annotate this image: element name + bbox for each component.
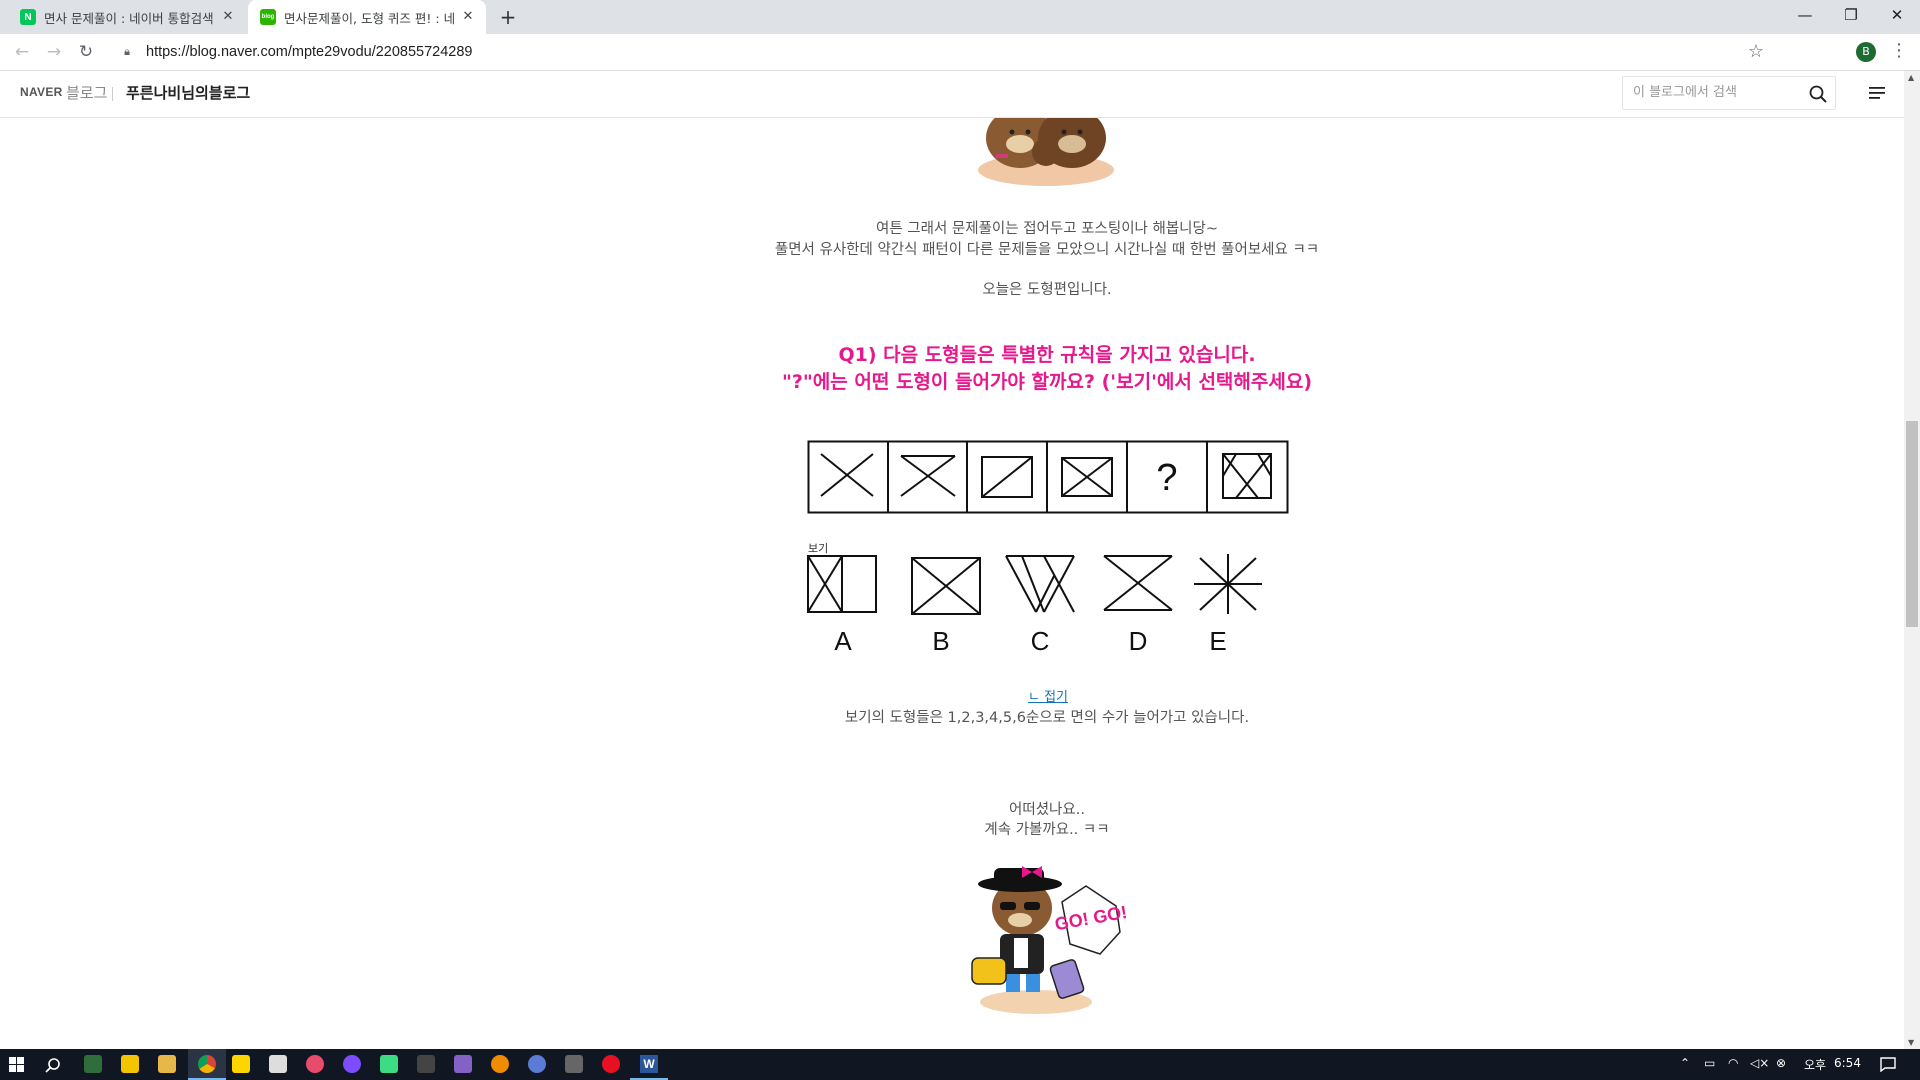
- taskbar-blender-icon[interactable]: [491, 1055, 509, 1073]
- word-icon: W: [640, 1055, 658, 1073]
- back-button[interactable]: ←: [10, 40, 34, 64]
- outro-line-2: 계속 가볼까요.. ㅋㅋ: [984, 822, 1110, 838]
- tab-title: 면사 문제풀이 : 네이버 통합검색: [44, 10, 214, 26]
- reload-button[interactable]: ↻: [74, 40, 98, 64]
- close-tab-icon[interactable]: ✕: [220, 9, 236, 25]
- option-shape-e: [1194, 554, 1262, 614]
- taskbar-app-icon[interactable]: [528, 1055, 546, 1073]
- new-tab-button[interactable]: +: [496, 5, 520, 29]
- taskbar-pen-app-icon[interactable]: [84, 1055, 102, 1073]
- brown-go-go-sticker: GO! GO!: [971, 866, 1126, 1014]
- address-bar[interactable]: 🔒︎ https://blog.naver.com/mpte29vodu/220…: [110, 38, 1774, 66]
- scroll-thumb[interactable]: [1906, 421, 1918, 627]
- windows-start-icon[interactable]: [9, 1057, 24, 1072]
- taskbar-app-icon[interactable]: [602, 1055, 620, 1073]
- taskbar-app-icon[interactable]: [269, 1055, 287, 1073]
- taskbar-app-icon[interactable]: [417, 1055, 435, 1073]
- outro-line-1: 어떠셨나요..: [1009, 802, 1085, 818]
- option-shape-b: [911, 557, 981, 615]
- sequence-shape-2: [900, 455, 956, 497]
- blog-header: NAVER 블로그 푸른나비님의블로그: [0, 71, 1904, 118]
- clock-time[interactable]: 6:54: [1834, 1056, 1861, 1070]
- sequence-shape-1: [820, 453, 874, 497]
- forward-button[interactable]: →: [42, 40, 66, 64]
- taskbar-word-running[interactable]: W: [630, 1049, 668, 1080]
- clock-period[interactable]: 오후: [1804, 1056, 1826, 1073]
- menu-icon[interactable]: [1868, 85, 1886, 101]
- minimize-button[interactable]: —: [1782, 0, 1828, 30]
- post-content: 여튼 그래서 문제풀이는 접어두고 포스팅이나 해봅니당~ 풀면서 유사한데 약…: [0, 118, 1904, 1049]
- blog-home-link[interactable]: 블로그: [66, 82, 107, 103]
- option-shape-a: [807, 555, 877, 613]
- chrome-icon: [198, 1055, 216, 1073]
- tray-expand-icon[interactable]: ⌃: [1680, 1056, 1690, 1070]
- option-label-c: C: [1031, 626, 1050, 654]
- browser-menu-icon[interactable]: ⋮: [1890, 40, 1908, 61]
- taskbar-app-icon[interactable]: [306, 1055, 324, 1073]
- option-label-d: D: [1129, 626, 1148, 654]
- intro-line-2: 풀면서 유사한데 약간식 패턴이 다른 문제들을 모았으니 시간나실 때 한번 …: [774, 242, 1320, 258]
- close-window-button[interactable]: ✕: [1874, 0, 1920, 30]
- answer-options-figure: A B C D E: [807, 554, 1262, 654]
- option-label-e: E: [1209, 626, 1226, 654]
- blog-favicon-icon: blog: [260, 9, 276, 25]
- sequence-question-mark: ?: [1156, 457, 1177, 499]
- question-title-line-1: Q1) 다음 도형들은 특별한 규칙을 가지고 있습니다.: [838, 344, 1256, 366]
- taskbar-kakaotalk-icon[interactable]: [232, 1055, 250, 1073]
- question-title-line-2: "?"에는 어떤 도형이 들어가야 할까요? ('보기'에서 선택해주세요): [781, 371, 1313, 393]
- close-tab-icon[interactable]: ✕: [460, 9, 476, 25]
- browser-tab-blog[interactable]: blog 면사문제풀이, 도형 퀴즈 편! : 네 ✕: [248, 0, 486, 34]
- naver-favicon-icon: N: [20, 9, 36, 25]
- browser-toolbar: ← → ↻ 🔒︎ https://blog.naver.com/mpte29vo…: [0, 34, 1920, 71]
- lock-icon: 🔒︎: [124, 45, 130, 58]
- sequence-shape-6: [1222, 453, 1272, 499]
- profile-avatar[interactable]: B: [1856, 42, 1876, 62]
- sequence-shape-3: [981, 456, 1033, 498]
- blog-name[interactable]: 푸른나비님의블로그: [126, 82, 250, 103]
- option-shape-d: [1103, 555, 1173, 611]
- browser-tab-search[interactable]: N 면사 문제풀이 : 네이버 통합검색 ✕: [8, 0, 246, 34]
- browser-tab-strip: N 면사 문제풀이 : 네이버 통합검색 ✕ blog 면사문제풀이, 도형 퀴…: [0, 0, 1920, 34]
- windows-taskbar: W ⌃ ▭ ◠ ◁× ⊗ 오후 6:54: [0, 1049, 1920, 1080]
- option-shape-c: [1005, 555, 1075, 613]
- option-label-b: B: [932, 626, 949, 654]
- scroll-up-icon[interactable]: ▲: [1908, 73, 1914, 82]
- tab-title: 면사문제풀이, 도형 퀴즈 편! : 네: [284, 10, 456, 26]
- taskbar-chrome-active[interactable]: [188, 1049, 226, 1080]
- answer-explanation: 보기의 도형들은 1,2,3,4,5,6순으로 면의 수가 늘어가고 있습니다.: [844, 710, 1250, 726]
- network-icon[interactable]: ◠: [1728, 1056, 1738, 1070]
- blog-search-input[interactable]: [1631, 84, 1803, 101]
- blog-search-box: [1622, 76, 1836, 110]
- bookmark-star-icon[interactable]: ☆: [1748, 41, 1764, 62]
- taskbar-file-explorer-icon[interactable]: [158, 1055, 176, 1073]
- bear-couple-sticker: [978, 118, 1114, 186]
- search-icon[interactable]: [1809, 85, 1827, 103]
- sequence-shape-4: [1061, 457, 1113, 497]
- intro-line-3: 오늘은 도형편입니다.: [982, 282, 1112, 298]
- taskbar-visual-studio-icon[interactable]: [454, 1055, 472, 1073]
- scroll-down-icon[interactable]: ▼: [1908, 1038, 1914, 1047]
- taskbar-android-studio-icon[interactable]: [380, 1055, 398, 1073]
- restore-button[interactable]: ❐: [1828, 0, 1874, 30]
- battery-icon[interactable]: ▭: [1704, 1056, 1715, 1070]
- header-divider: [112, 87, 113, 101]
- taskbar-sticky-notes-icon[interactable]: [121, 1055, 139, 1073]
- option-label-a: A: [834, 626, 852, 654]
- fold-toggle-link[interactable]: ㄴ 접기: [0, 686, 1904, 705]
- tray-status-icon[interactable]: ⊗: [1776, 1056, 1786, 1070]
- shape-sequence-figure: ?: [807, 440, 1289, 514]
- page-scrollbar[interactable]: ▲ ▼: [1904, 71, 1920, 1049]
- taskbar-app-icon[interactable]: [343, 1055, 361, 1073]
- taskbar-search-icon[interactable]: [45, 1057, 61, 1073]
- url-text: https://blog.naver.com/mpte29vodu/220855…: [146, 44, 473, 60]
- naver-logo[interactable]: NAVER: [20, 85, 63, 99]
- intro-line-1: 여튼 그래서 문제풀이는 접어두고 포스팅이나 해봅니당~: [875, 221, 1218, 237]
- taskbar-app-icon[interactable]: [565, 1055, 583, 1073]
- volume-muted-icon[interactable]: ◁×: [1750, 1056, 1769, 1070]
- action-center-icon[interactable]: [1880, 1057, 1896, 1072]
